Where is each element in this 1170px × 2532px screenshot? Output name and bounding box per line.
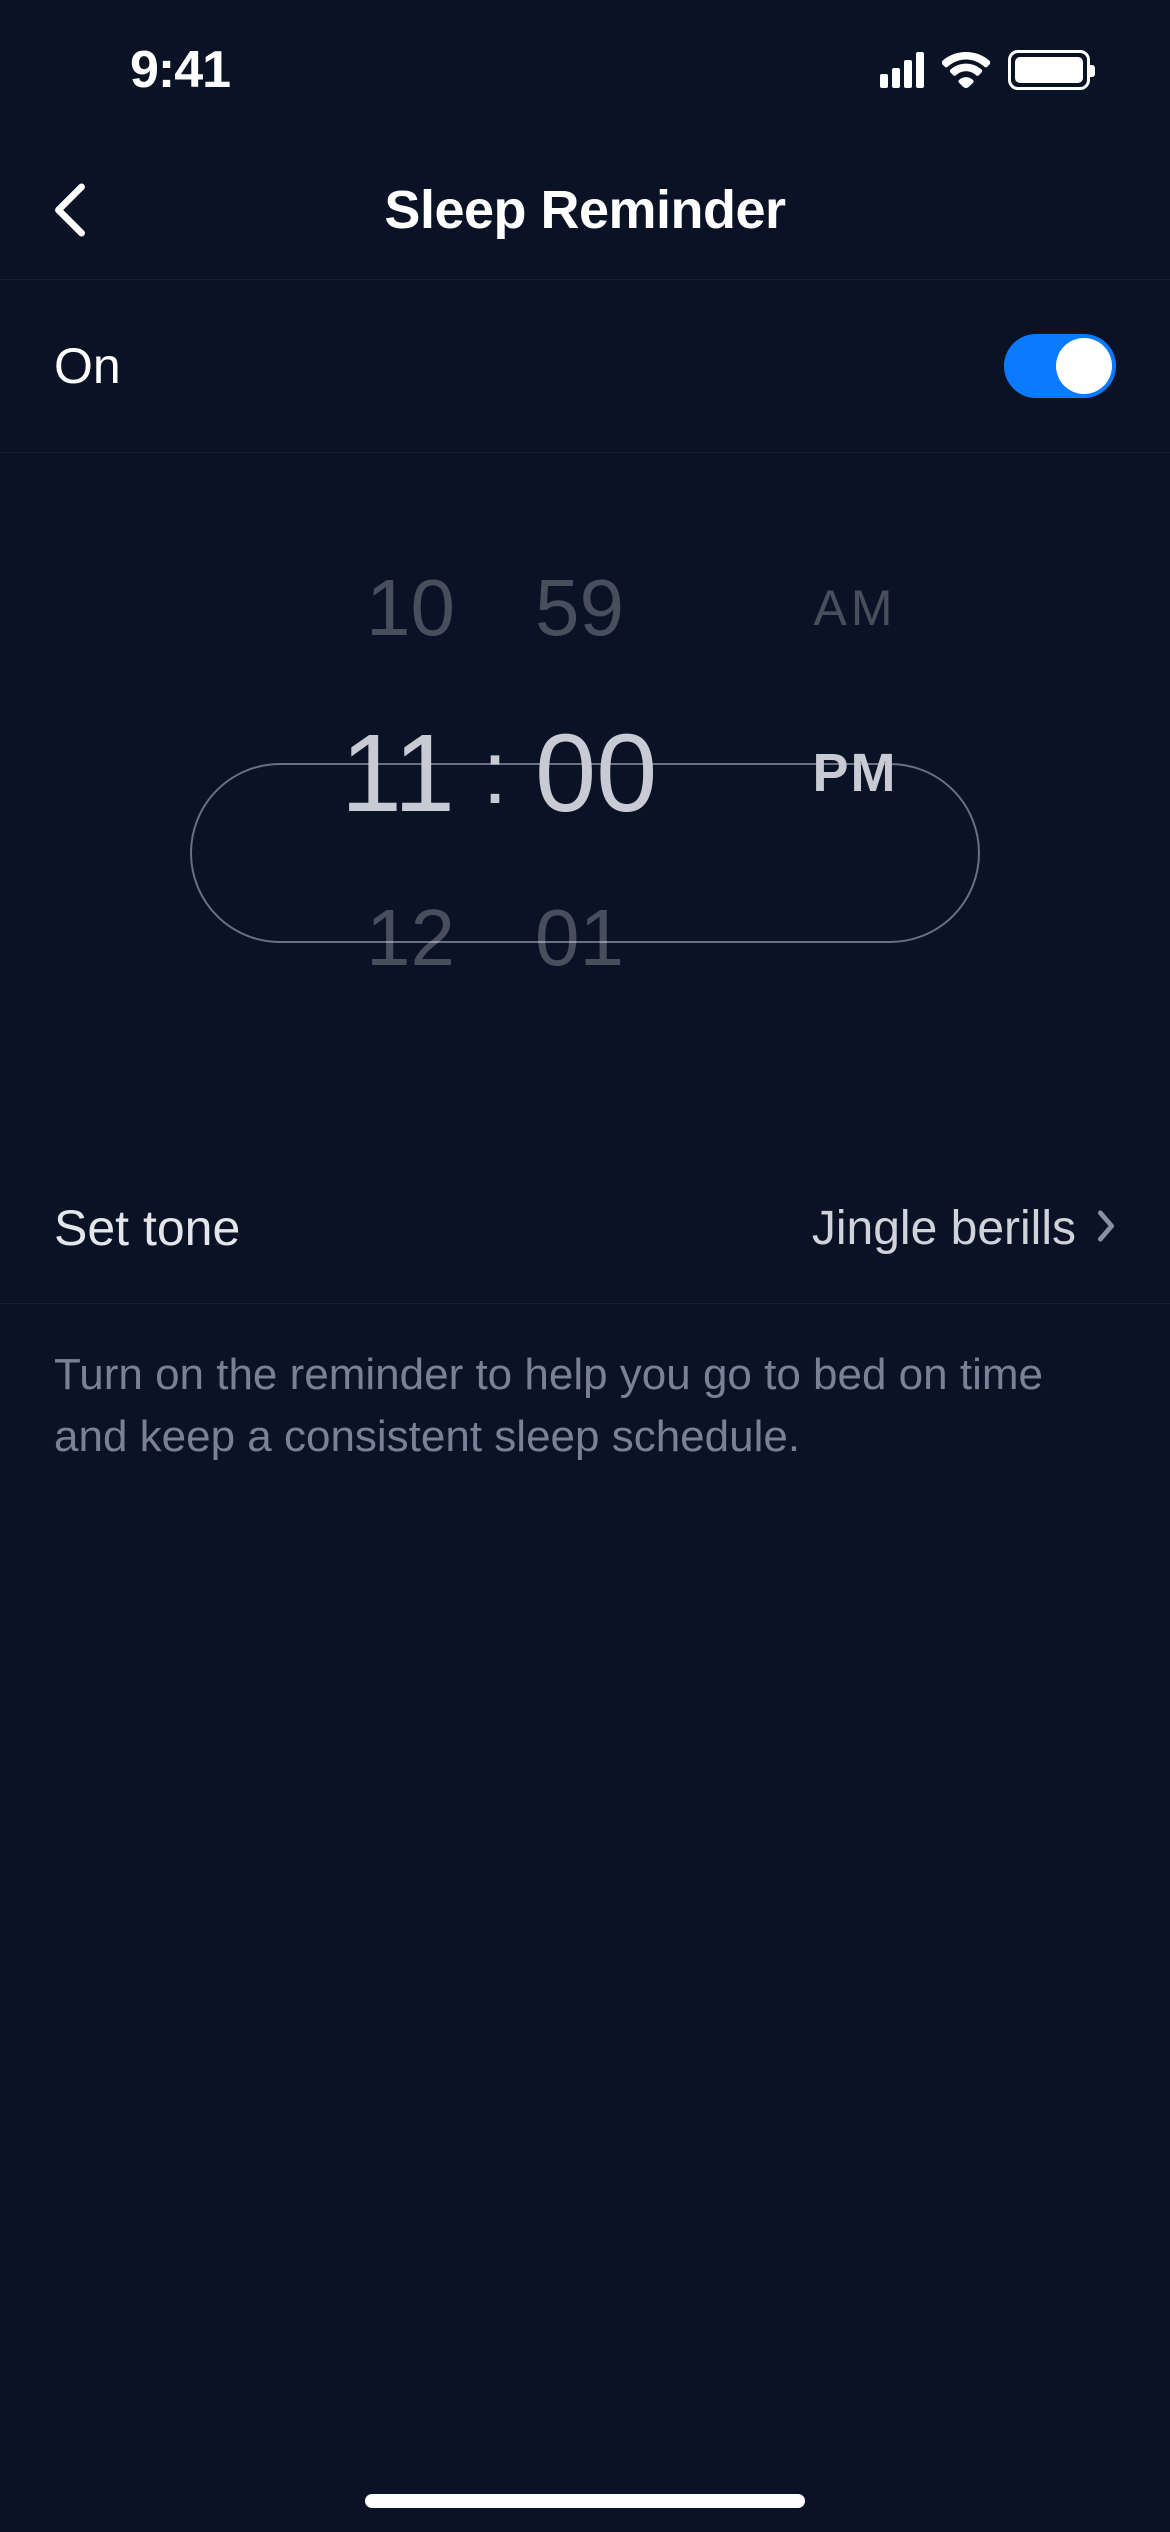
back-button[interactable] — [40, 180, 100, 240]
hour-prev: 10 — [225, 562, 475, 654]
status-bar: 9:41 — [0, 0, 1170, 140]
battery-icon — [1008, 50, 1090, 90]
toggle-switch[interactable] — [1004, 334, 1116, 398]
hour-next: 12 — [225, 892, 475, 984]
period-selected: PM — [765, 742, 945, 804]
chevron-left-icon — [54, 183, 86, 237]
picker-row-next[interactable]: 12 01 — [0, 863, 1170, 1013]
hour-selected: 11 — [225, 710, 475, 837]
reminder-toggle-row[interactable]: On — [0, 280, 1170, 453]
time-separator: : — [475, 722, 515, 825]
time-picker[interactable]: 10 59 AM 11 : 00 PM 12 01 — [0, 533, 1170, 1013]
home-indicator[interactable] — [365, 2494, 805, 2508]
minute-selected: 00 — [515, 710, 765, 837]
minute-next: 01 — [515, 892, 765, 984]
navigation-header: Sleep Reminder — [0, 140, 1170, 280]
toggle-label: On — [54, 337, 121, 395]
tone-value-wrap: Jingle berills — [812, 1201, 1116, 1256]
set-tone-row[interactable]: Set tone Jingle berills — [0, 1153, 1170, 1304]
cellular-signal-icon — [880, 52, 924, 88]
page-title: Sleep Reminder — [384, 179, 785, 241]
picker-row-selected[interactable]: 11 : 00 PM — [0, 683, 1170, 863]
tone-label: Set tone — [54, 1199, 240, 1257]
minute-prev: 59 — [515, 562, 765, 654]
status-time: 9:41 — [130, 40, 230, 100]
picker-row-prev[interactable]: 10 59 AM — [0, 533, 1170, 683]
description-text: Turn on the reminder to help you go to b… — [0, 1304, 1170, 1507]
time-picker-section: 10 59 AM 11 : 00 PM 12 01 — [0, 453, 1170, 1153]
chevron-right-icon — [1096, 1209, 1116, 1248]
wifi-icon — [942, 51, 990, 89]
status-icons — [880, 50, 1090, 90]
toggle-thumb — [1056, 338, 1112, 394]
tone-value: Jingle berills — [812, 1201, 1076, 1256]
period-prev: AM — [765, 579, 945, 637]
